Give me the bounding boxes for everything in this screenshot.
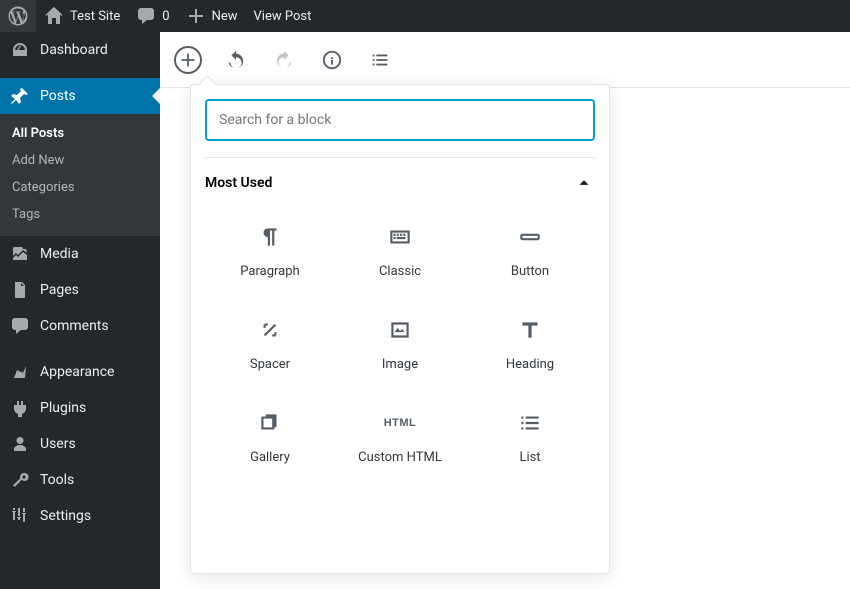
sidebar-submenu-posts: All Posts Add New Categories Tags: [0, 114, 160, 236]
users-icon: [10, 434, 30, 454]
admin-toolbar: Test Site 0 New View Post: [0, 0, 850, 32]
info-button[interactable]: [318, 46, 346, 74]
new-label: New: [212, 9, 238, 24]
redo-icon: [273, 49, 295, 71]
list-icon: [369, 49, 391, 71]
submenu-tags[interactable]: Tags: [0, 201, 160, 228]
info-icon: [321, 49, 343, 71]
section-toggle[interactable]: Most Used: [205, 168, 595, 204]
submenu-add-new[interactable]: Add New: [0, 147, 160, 174]
keyboard-icon: [387, 224, 413, 250]
submenu-categories[interactable]: Categories: [0, 174, 160, 201]
block-image[interactable]: Image: [335, 297, 465, 390]
block-heading[interactable]: Heading: [465, 297, 595, 390]
spacer-icon: [257, 317, 283, 343]
pin-icon: [10, 86, 30, 106]
html-icon: HTML: [384, 410, 417, 436]
sidebar-item-users[interactable]: Users: [0, 426, 160, 462]
comment-icon: [136, 6, 156, 26]
sidebar-item-posts[interactable]: Posts: [0, 78, 160, 114]
block-grid: Paragraph Classic Button Spacer Image: [205, 204, 595, 483]
block-inserter-popover: Most Used Paragraph Classic Button: [190, 84, 610, 574]
block-classic[interactable]: Classic: [335, 204, 465, 297]
section-title: Most Used: [205, 175, 272, 191]
block-gallery[interactable]: Gallery: [205, 390, 335, 483]
appearance-icon: [10, 362, 30, 382]
comments-link[interactable]: 0: [128, 0, 177, 32]
submenu-all-posts[interactable]: All Posts: [0, 120, 160, 147]
comments-icon: [10, 316, 30, 336]
plus-icon: [177, 49, 199, 71]
redo-button[interactable]: [270, 46, 298, 74]
inserter-search-wrap: [205, 99, 595, 141]
page-icon: [10, 280, 30, 300]
media-icon: [10, 244, 30, 264]
sidebar-item-tools[interactable]: Tools: [0, 462, 160, 498]
chevron-up-icon: [573, 172, 595, 194]
sidebar-item-appearance[interactable]: Appearance: [0, 354, 160, 390]
plus-icon: [186, 6, 206, 26]
sidebar-item-dashboard[interactable]: Dashboard: [0, 32, 160, 68]
button-icon: [517, 224, 543, 250]
sidebar-item-settings[interactable]: Settings: [0, 498, 160, 534]
add-block-button[interactable]: [174, 46, 202, 74]
settings-icon: [10, 506, 30, 526]
sidebar-item-media[interactable]: Media: [0, 236, 160, 272]
block-navigation-button[interactable]: [366, 46, 394, 74]
new-content-link[interactable]: New: [178, 0, 246, 32]
sidebar-item-pages[interactable]: Pages: [0, 272, 160, 308]
block-custom-html[interactable]: HTML Custom HTML: [335, 390, 465, 483]
view-post-link[interactable]: View Post: [246, 0, 320, 32]
sidebar-item-plugins[interactable]: Plugins: [0, 390, 160, 426]
block-list[interactable]: List: [465, 390, 595, 483]
inserter-section: Most Used Paragraph Classic Button: [205, 157, 595, 483]
gallery-icon: [257, 410, 283, 436]
list-block-icon: [517, 410, 543, 436]
admin-sidebar: Dashboard Posts All Posts Add New Catego…: [0, 32, 160, 589]
wordpress-icon: [8, 6, 28, 26]
block-spacer[interactable]: Spacer: [205, 297, 335, 390]
image-icon: [387, 317, 413, 343]
home-icon: [44, 6, 64, 26]
search-input[interactable]: [205, 99, 595, 141]
block-paragraph[interactable]: Paragraph: [205, 204, 335, 297]
editor-toolbar: [160, 32, 850, 88]
heading-icon: [517, 317, 543, 343]
tools-icon: [10, 470, 30, 490]
block-button[interactable]: Button: [465, 204, 595, 297]
undo-button[interactable]: [222, 46, 250, 74]
undo-icon: [225, 49, 247, 71]
paragraph-icon: [257, 224, 283, 250]
site-name: Test Site: [70, 9, 120, 24]
site-name-link[interactable]: Test Site: [36, 0, 128, 32]
comments-count: 0: [162, 9, 169, 24]
sidebar-item-comments[interactable]: Comments: [0, 308, 160, 344]
inserter-scroll[interactable]: Most Used Paragraph Classic Button: [191, 145, 609, 573]
plugins-icon: [10, 398, 30, 418]
wp-logo[interactable]: [0, 0, 36, 32]
view-post-label: View Post: [254, 9, 312, 24]
dashboard-icon: [10, 40, 30, 60]
